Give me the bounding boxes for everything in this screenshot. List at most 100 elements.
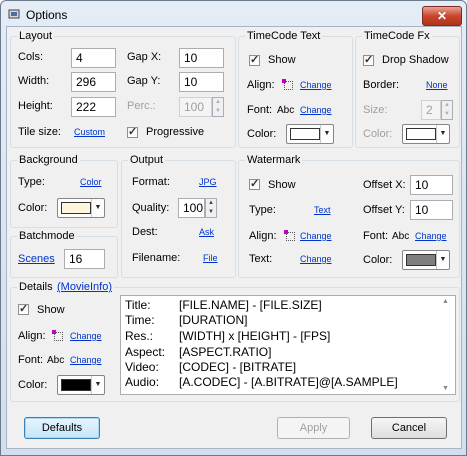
watermark-align-label: Align: (249, 230, 277, 242)
watermark-text-link[interactable]: Change (300, 254, 332, 265)
details-font-label: Font: (18, 354, 44, 366)
offset-x-label: Offset X: (363, 179, 406, 191)
drop-shadow-checkbox[interactable] (363, 53, 374, 66)
details-line-value: [ASPECT.RATIO] (179, 345, 272, 359)
perc-field: 100 (179, 97, 212, 117)
format-label: Format: (132, 176, 170, 188)
watermark-font-link[interactable]: Change (415, 231, 447, 242)
border-link[interactable]: None (426, 80, 448, 91)
details-show-checkbox[interactable] (18, 302, 29, 315)
watermark-align-icon (284, 230, 295, 241)
timecode-show-label[interactable]: Show (268, 54, 296, 67)
chevron-down-icon: ▼ (91, 376, 104, 394)
scroll-down-icon[interactable]: ▼ (442, 385, 449, 392)
bg-color-swatch (61, 202, 91, 214)
details-color-swatch (61, 379, 91, 391)
border-label: Border: (363, 79, 400, 91)
timecode-color-picker[interactable]: ▼ (286, 124, 334, 144)
timecode-fx-group-label: TimeCode Fx (362, 30, 432, 43)
details-show-label[interactable]: Show (37, 304, 65, 317)
fx-color-picker[interactable]: ▼ (402, 124, 450, 144)
bg-color-picker[interactable]: ▼ (57, 198, 105, 218)
bg-type-link[interactable]: Color (80, 177, 102, 188)
watermark-group-label: Watermark (245, 154, 303, 167)
progressive-checkbox[interactable] (127, 125, 138, 138)
progressive-label[interactable]: Progressive (146, 126, 204, 139)
bg-color-label: Color: (18, 202, 48, 214)
watermark-align-link[interactable]: Change (300, 231, 332, 242)
watermark-color-swatch (406, 254, 436, 266)
output-group-label: Output (128, 154, 166, 167)
defaults-button[interactable]: Defaults (24, 417, 100, 439)
timecode-color-label: Color: (247, 128, 277, 140)
title-bar[interactable]: Options ✕ (2, 2, 465, 28)
watermark-color-label: Color: (363, 254, 393, 266)
tile-size-label: Tile size: (18, 126, 61, 138)
chevron-down-icon: ▼ (91, 199, 104, 217)
details-line-value: [DURATION] (179, 313, 248, 327)
height-field[interactable]: 222 (71, 97, 116, 117)
dest-label: Dest: (132, 226, 158, 238)
timecode-show-checkbox[interactable] (249, 53, 260, 66)
details-line-key: Res.: (125, 329, 154, 343)
fx-color-label: Color: (363, 128, 393, 140)
details-line-value: [WIDTH] x [HEIGHT] - [FPS] (179, 329, 331, 343)
chevron-down-icon: ▼ (436, 125, 449, 143)
height-label: Height: (18, 100, 53, 112)
gapx-field[interactable]: 10 (179, 48, 224, 68)
scroll-up-icon[interactable]: ▲ (442, 298, 449, 305)
timecode-align-link[interactable]: Change (300, 80, 332, 91)
offset-y-field[interactable]: 10 (410, 200, 453, 220)
quality-field[interactable]: 100 (178, 198, 205, 218)
width-field[interactable]: 296 (71, 72, 116, 92)
watermark-type-link[interactable]: Text (314, 205, 331, 216)
dialog-client: Layout Cols: 4 Width: 296 Height: 222 Ti… (6, 26, 462, 449)
details-font-sample: Abc (47, 355, 65, 366)
details-line-key: Aspect: (125, 345, 166, 359)
gapy-field[interactable]: 10 (179, 72, 224, 92)
close-button[interactable]: ✕ (422, 6, 462, 26)
window-title: Options (26, 8, 68, 22)
details-line-key: Title: (125, 298, 151, 312)
apply-button[interactable]: Apply (277, 417, 350, 439)
layout-group-label: Layout (17, 30, 55, 43)
gapy-label: Gap Y: (127, 75, 161, 87)
timecode-align-label: Align: (247, 79, 275, 91)
movieinfo-link[interactable]: (MovieInfo) (55, 281, 115, 294)
details-scrollbar[interactable]: ▲ ▼ (439, 296, 455, 394)
watermark-text-label: Text: (249, 253, 273, 265)
timecode-font-link[interactable]: Change (300, 105, 332, 116)
details-align-link[interactable]: Change (70, 331, 102, 342)
watermark-type-label: Type: (249, 204, 276, 216)
perc-spinner (212, 97, 224, 117)
scenes-link[interactable]: Scenes (18, 253, 55, 266)
dest-link[interactable]: Ask (199, 227, 214, 238)
scenes-field[interactable]: 16 (64, 249, 105, 269)
details-template-textarea[interactable]: Title: [FILE.NAME] - [FILE.SIZE] Time: [DU… (120, 295, 456, 395)
filename-link[interactable]: File (203, 253, 218, 264)
details-color-picker[interactable]: ▼ (57, 375, 105, 395)
details-font-link[interactable]: Change (70, 355, 102, 366)
details-color-label: Color: (18, 379, 48, 391)
details-line-key: Audio: (125, 375, 160, 389)
drop-shadow-label[interactable]: Drop Shadow (382, 54, 449, 67)
tile-size-link[interactable]: Custom (74, 127, 105, 138)
batchmode-group-label: Batchmode (17, 230, 77, 243)
width-label: Width: (18, 75, 50, 87)
quality-spinner[interactable] (205, 198, 217, 218)
watermark-show-checkbox[interactable] (249, 177, 260, 190)
quality-label: Quality: (132, 202, 170, 214)
chevron-down-icon: ▼ (320, 125, 333, 143)
cols-field[interactable]: 4 (71, 48, 116, 68)
watermark-show-label[interactable]: Show (268, 179, 296, 192)
details-group-label: Details (17, 281, 55, 294)
details-align-label: Align: (18, 330, 46, 342)
timecode-font-sample: Abc (277, 105, 295, 116)
cancel-button[interactable]: Cancel (371, 417, 447, 439)
cols-label: Cols: (18, 51, 44, 63)
offset-x-field[interactable]: 10 (410, 175, 453, 195)
watermark-color-picker[interactable]: ▼ (402, 250, 450, 270)
details-line-value: [A.CODEC] - [A.BITRATE]@[A.SAMPLE] (179, 375, 398, 389)
format-link[interactable]: JPG (199, 177, 217, 188)
details-line-key: Time: (125, 313, 155, 327)
